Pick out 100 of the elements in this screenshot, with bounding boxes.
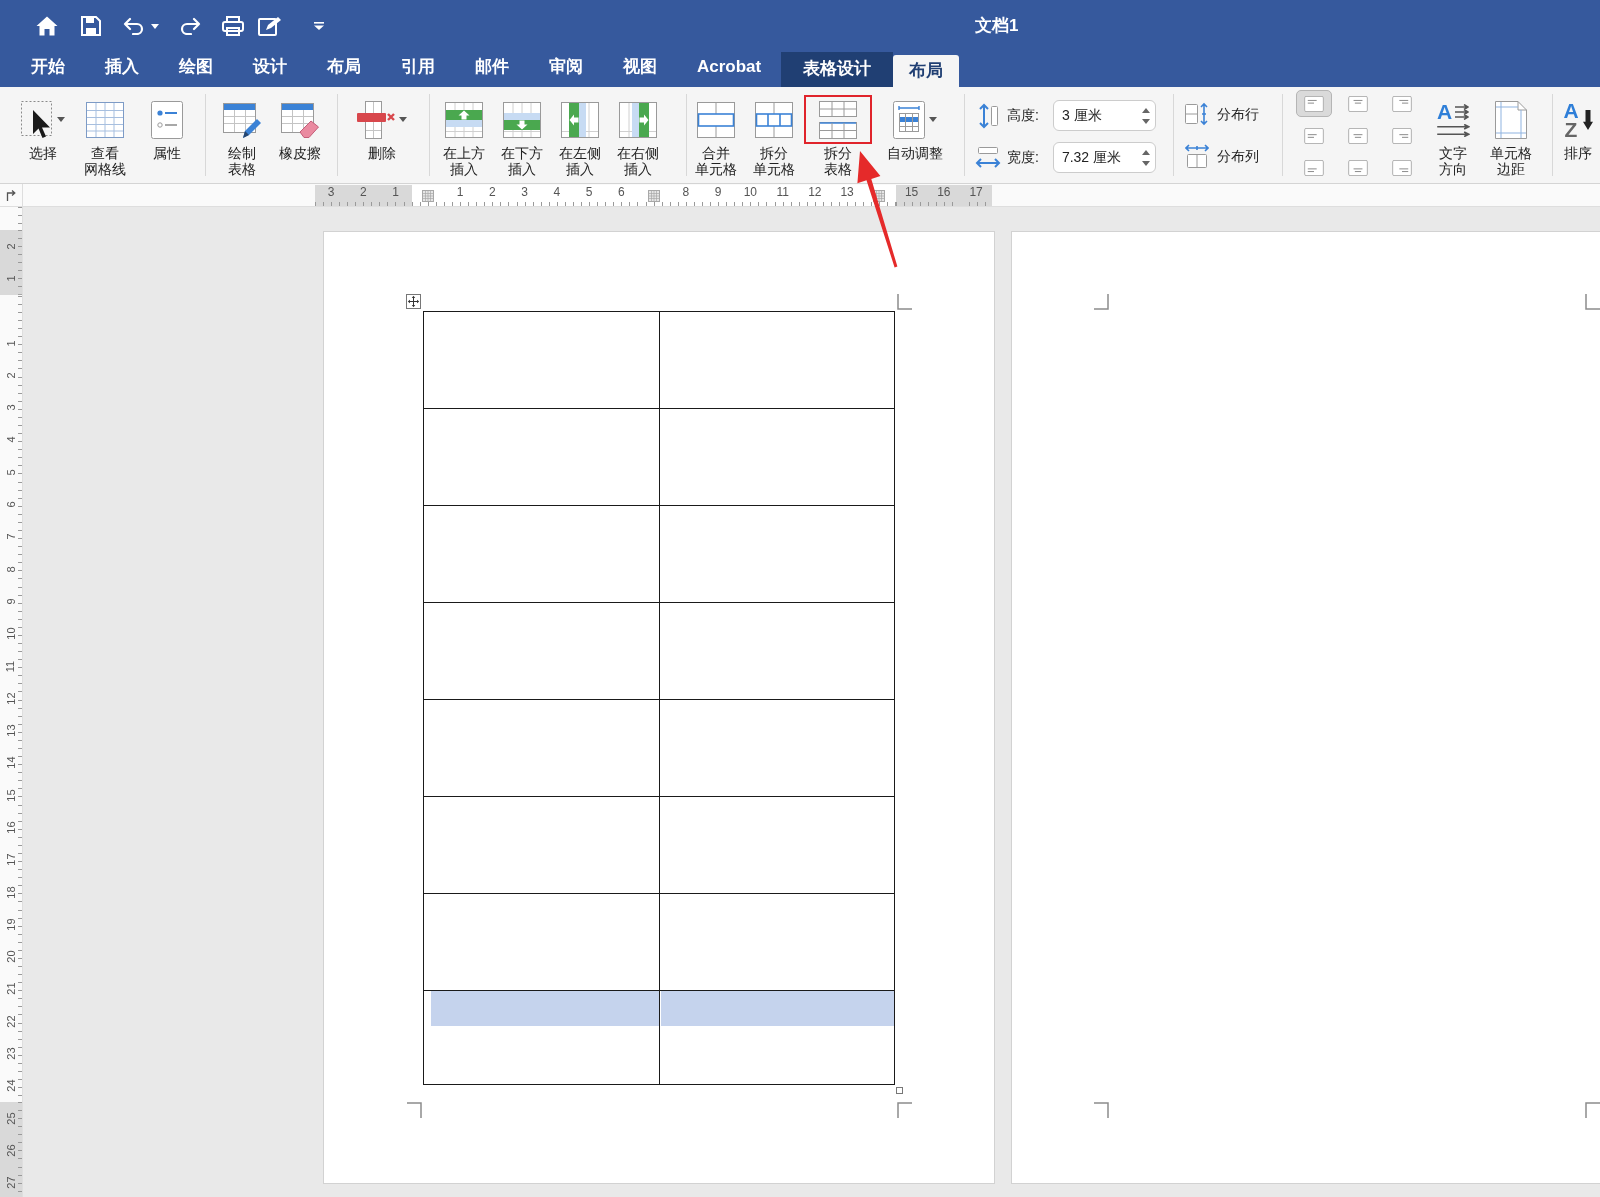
ruler-number: 2 [5,372,17,379]
table-arrow-up-icon [445,100,483,139]
delete-button[interactable]: 删除 [344,87,420,183]
ribbon-tab[interactable]: 布局 [307,48,381,87]
ruler-number: 4 [5,436,17,443]
spin-arrows-icon[interactable] [1141,148,1150,167]
ruler-number: 3 [327,185,335,200]
ruler-number: 19 [5,918,17,931]
distribute-rows-button[interactable]: 分布行 [1185,102,1282,126]
ribbon-tab[interactable]: 审阅 [529,48,603,87]
ruler-number: 9 [5,598,17,605]
edit-document-icon[interactable] [258,16,282,36]
insert-above-button[interactable]: 在上方插入 [435,87,493,183]
align-middle-left-icon [1304,127,1324,144]
ribbon-tab[interactable]: 表格设计 [781,52,894,87]
ruler-number: 1 [5,339,17,347]
insert-right-button[interactable]: 在右侧插入 [609,87,667,183]
ruler-number: 17 [5,853,17,866]
ribbon-tab[interactable]: 插入 [85,48,159,87]
ribbon-tab[interactable]: 布局 [893,55,960,87]
merge-cells-button[interactable]: 合并单元格 [687,87,745,183]
icon-letter: Z [1564,119,1578,139]
ruler-number: 1 [5,275,17,282]
ribbon-tab[interactable]: 引用 [381,48,455,87]
field-label: 宽度: [1007,148,1039,167]
ruler-number: 17 [969,185,983,200]
undo-icon[interactable] [123,17,145,35]
distribute-columns-button[interactable]: 分布列 [1185,144,1282,168]
home-icon[interactable] [36,16,58,36]
width-arrows-icon [975,146,1001,169]
two-tables-icon [819,100,857,139]
table-split-row-icon [755,100,793,139]
ruler-number: 16 [937,185,951,200]
more-caret-icon[interactable] [314,22,324,30]
window-title: 文档1 [975,15,1019,38]
align-bottom-center-icon [1348,159,1368,176]
corner-mark-icon [407,1102,422,1118]
ruler-number: 6 [618,185,625,200]
ruler-number: 22 [5,1015,17,1028]
ruler-number: 12 [808,185,822,200]
ruler-number: 4 [553,185,561,200]
ruler-number: 2 [360,185,367,200]
align-bottom-right-icon [1392,159,1412,176]
ruler-number: 24 [5,1079,17,1092]
ribbon-tab[interactable]: 绘图 [159,48,233,87]
height-field[interactable]: 3 厘米 [1052,100,1156,131]
save-icon[interactable] [81,16,101,36]
move-handle-icon[interactable] [406,294,421,309]
ruler-number: 2 [489,185,496,200]
view-gridlines-button[interactable]: 查看网格线 [74,87,136,183]
field-label: 高度: [1007,106,1039,125]
ruler-number: 10 [743,185,758,200]
align-top-center-icon [1348,95,1368,112]
vertical-ruler[interactable]: 2 1 1 2 3 4 5 6 7 8 9 10 11 12 13 14 15 16 17 18 19 20 21 22 23 24 25 26 27 [0,207,23,1197]
ribbon-tab[interactable]: 视图 [603,48,677,87]
print-icon[interactable] [222,16,244,36]
horizontal-ruler[interactable]: 3 2 1 1 2 3 4 5 6 8 9 10 11 12 13 15 16 17 [315,185,993,206]
ruler-number: 3 [5,404,17,411]
ruler-number: 13 [840,185,854,200]
ruler-number: 9 [714,185,722,200]
tab-stop-icon[interactable] [6,189,16,201]
column-marker-icon[interactable] [647,189,660,202]
cell-margins-button[interactable]: 单元格边距 [1482,87,1540,183]
ruler-number: 8 [682,185,690,200]
ribbon-tab[interactable]: 开始 [11,48,85,87]
distribute-rows-icon [1185,102,1209,126]
ruler-number: 25 [5,1112,17,1125]
text-direction-button[interactable]: A 文字方向 [1424,87,1482,183]
insert-left-button[interactable]: 在左侧插入 [551,87,609,183]
table-eraser-icon [281,100,319,139]
align-middle-center-icon [1348,127,1368,144]
corner-mark-icon [1094,1102,1109,1118]
redo-icon[interactable] [179,17,201,35]
width-field[interactable]: 7.32 厘米 [1052,142,1156,173]
ribbon-tab[interactable]: 设计 [233,48,307,87]
short-arrows-icon [1455,103,1470,120]
resize-handle-icon[interactable] [896,1087,903,1094]
ribbon-tab[interactable]: 邮件 [455,48,529,87]
align-top-right-icon [1392,95,1412,112]
caret-icon[interactable] [151,23,159,29]
eraser-button[interactable]: 橡皮擦 [271,87,329,183]
draw-table-button[interactable]: 绘制表格 [213,87,271,183]
ruler-number: 20 [5,950,17,963]
ruler-number: 14 [5,756,17,769]
insert-below-button[interactable]: 在下方插入 [493,87,551,183]
ribbon-tab[interactable]: Acrobat [677,48,782,87]
ruler-number: 6 [5,501,17,508]
properties-button[interactable]: 属性 [136,87,198,183]
autofit-button[interactable]: 自动调整 [884,87,946,183]
column-marker-icon[interactable] [421,189,434,202]
align-middle-right-icon [1392,127,1412,144]
sort-button[interactable]: A Z 排序 [1557,87,1599,183]
ruler-number: 3 [521,185,528,200]
ruler-number: 1 [456,185,464,200]
select-button[interactable]: 选择 [12,87,74,183]
icon-letter: A [1563,100,1579,120]
split-cells-button[interactable]: 拆分单元格 [745,87,803,183]
cursor-icon [21,100,53,139]
ruler-number: 1 [392,185,399,200]
spin-arrows-icon[interactable] [1141,106,1150,125]
